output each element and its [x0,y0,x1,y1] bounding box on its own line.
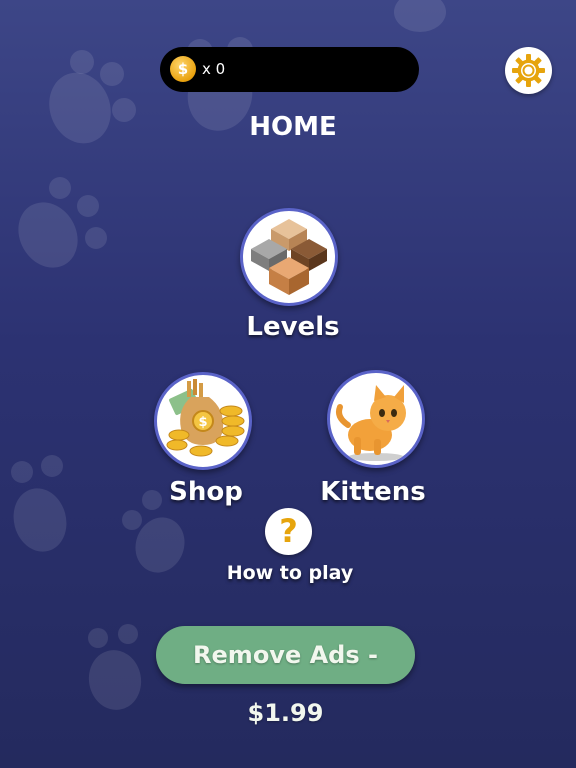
paw-print-icon [88,624,142,710]
kittens-label: Kittens [320,477,426,507]
svg-text:$: $ [198,415,207,430]
remove-ads-button[interactable]: Remove Ads - $1.99 [156,626,415,727]
how-to-play-label: How to play [226,562,354,584]
gear-icon [512,54,545,87]
kittens-button[interactable] [327,370,425,468]
shop-label: Shop [169,477,243,507]
blocks-icon [251,219,327,295]
shop-button[interactable]: $ [154,372,252,470]
kitten-icon [336,385,406,461]
page-title: HOME [249,112,337,142]
coin-icon: $ [170,56,196,82]
levels-label: Levels [246,312,340,342]
money-bag-icon: $ [166,379,245,457]
coin-count: x 0 [202,60,226,78]
question-mark-icon: ? [279,512,298,550]
how-to-play-button[interactable]: ? [265,508,312,555]
paw-print-icon [11,455,67,552]
paw-print-icon [18,177,107,268]
paw-print-icon [394,0,446,32]
coin-balance-bar: $ x 0 [160,47,419,92]
levels-button[interactable] [240,208,338,306]
settings-button[interactable] [505,47,552,94]
